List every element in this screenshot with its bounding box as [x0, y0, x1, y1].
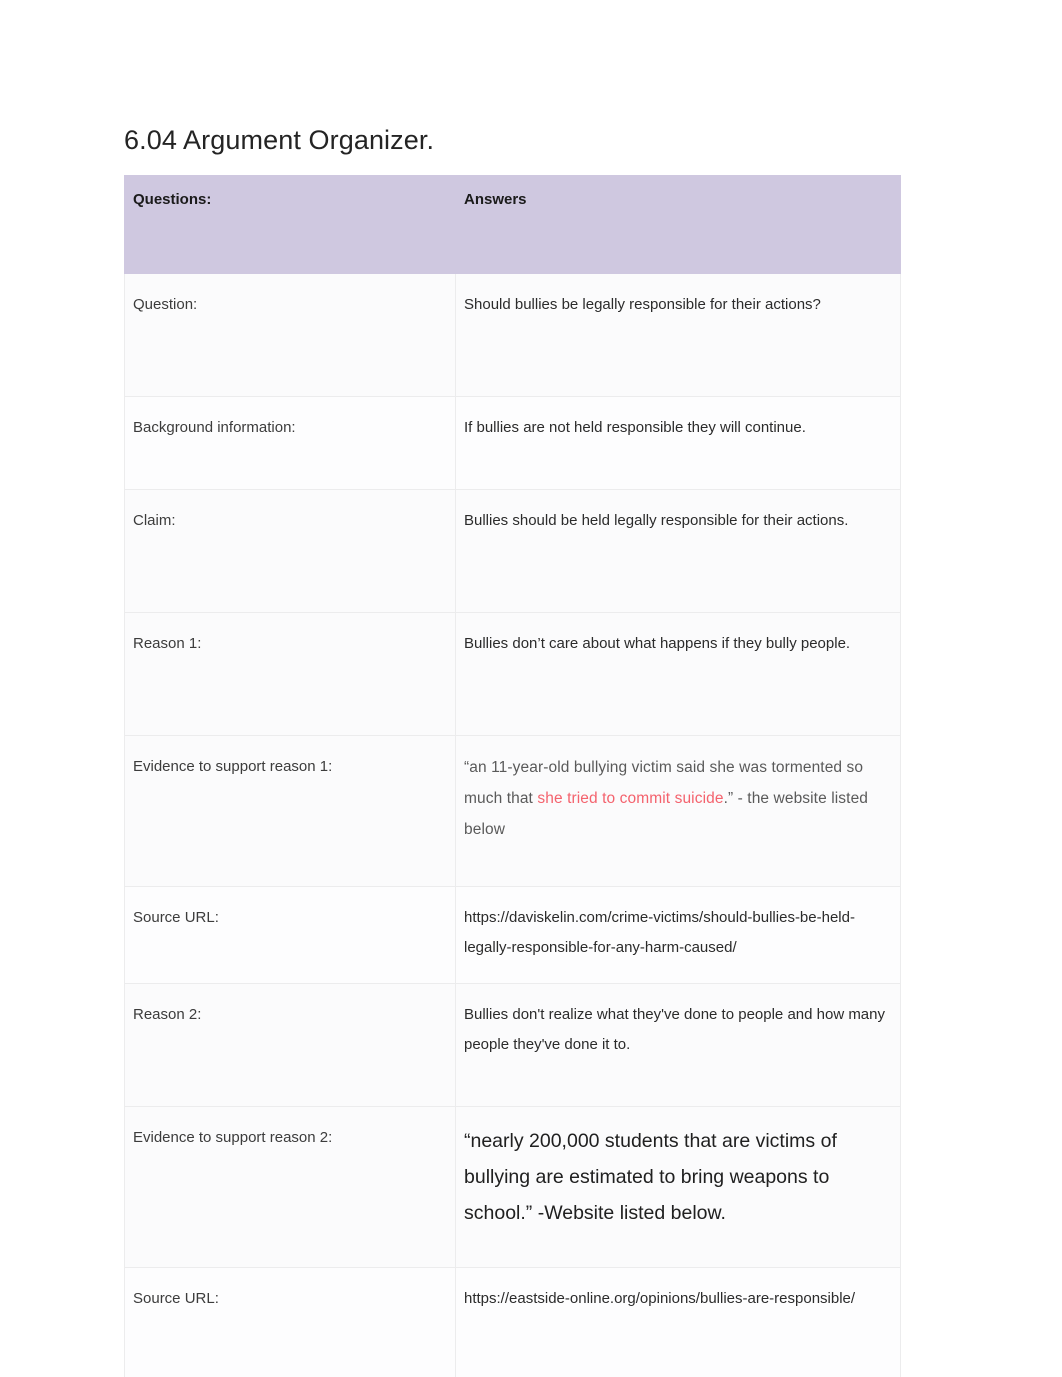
row-label-background-information: Background information: — [124, 396, 456, 490]
row-label-question: Question: — [124, 273, 456, 397]
row-answer-source-url-2: https://eastside-online.org/opinions/bul… — [455, 1267, 901, 1377]
column-header-questions: Questions: — [124, 175, 456, 274]
column-header-answers: Answers — [455, 175, 901, 274]
table-row: Background information: If bullies are n… — [124, 396, 901, 490]
argument-organizer-table: Questions: Answers Question: Should bull… — [124, 175, 901, 1377]
row-answer-evidence-reason-2: “nearly 200,000 students that are victim… — [455, 1106, 901, 1268]
row-answer-question: Should bullies be legally responsible fo… — [455, 273, 901, 397]
row-answer-evidence-reason-1: “an 11-year-old bullying victim said she… — [455, 735, 901, 887]
row-label-claim: Claim: — [124, 489, 456, 613]
table-row: Question: Should bullies be legally resp… — [124, 273, 901, 397]
row-label-source-url-1: Source URL: — [124, 886, 456, 984]
row-answer-reason-1: Bullies don’t care about what happens if… — [455, 612, 901, 736]
row-label-evidence-reason-1: Evidence to support reason 1: — [124, 735, 456, 887]
table-row: Claim: Bullies should be held legally re… — [124, 489, 901, 613]
evidence-1-highlight: she tried to commit suicide — [537, 790, 724, 807]
page-title: 6.04 Argument Organizer. — [124, 125, 435, 155]
row-answer-source-url-1: https://daviskelin.com/crime-victims/sho… — [455, 886, 901, 984]
table-header-row: Questions: Answers — [124, 175, 901, 274]
row-label-reason-1: Reason 1: — [124, 612, 456, 736]
table-row: Evidence to support reason 2: “nearly 20… — [124, 1106, 901, 1268]
row-answer-background-information: If bullies are not held responsible they… — [455, 396, 901, 490]
table-row: Evidence to support reason 1: “an 11-yea… — [124, 735, 901, 887]
row-answer-claim: Bullies should be held legally responsib… — [455, 489, 901, 613]
row-label-reason-2: Reason 2: — [124, 983, 456, 1107]
row-label-source-url-2: Source URL: — [124, 1267, 456, 1377]
table-row: Source URL: https://daviskelin.com/crime… — [124, 886, 901, 984]
table-row: Reason 1: Bullies don’t care about what … — [124, 612, 901, 736]
row-answer-reason-2: Bullies don't realize what they've done … — [455, 983, 901, 1107]
document-page: 6.04 Argument Organizer. Questions: Answ… — [0, 0, 1062, 1377]
table-row: Reason 2: Bullies don't realize what the… — [124, 983, 901, 1107]
table-row: Source URL: https://eastside-online.org/… — [124, 1267, 901, 1377]
row-label-evidence-reason-2: Evidence to support reason 2: — [124, 1106, 456, 1268]
